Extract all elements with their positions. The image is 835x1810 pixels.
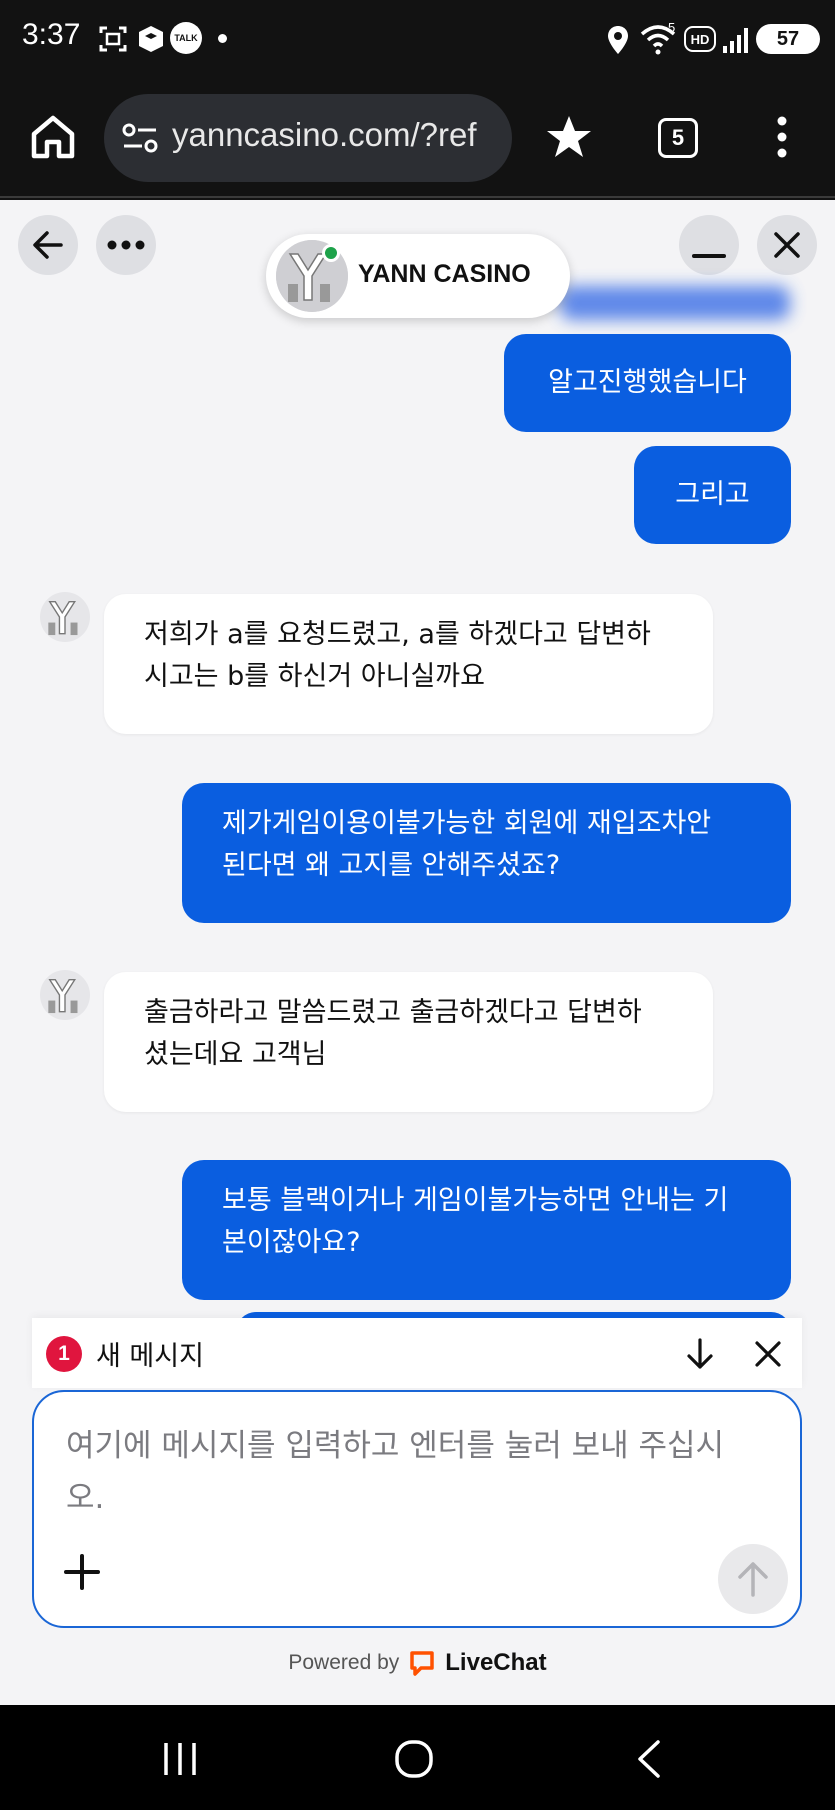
status-bar: 3:37 TALK 5 HD 57 [0,0,835,82]
location-icon [604,24,632,56]
message-text: 알고진행했습니다 [548,367,747,398]
arrow-up-icon [738,1562,768,1597]
agent-avatar [40,592,90,642]
back-button[interactable] [18,215,78,275]
more-horiz-icon [107,240,145,250]
livechat-logo-icon [409,1650,435,1676]
agent-message: 저희가 a를 요청드렸고, a를 하겠다고 답변하 시고는 b를 하신거 아니실… [104,594,713,734]
user-message: 알고진행했습니다 [504,334,791,432]
minimize-icon [692,254,726,258]
plus-icon[interactable] [60,1550,104,1594]
agent-avatar [40,970,90,1020]
chat-window: YANN CASINO 알고진행했습니다 그리고 저희가 a를 요청드렸고, a… [0,200,835,1705]
message-line: 제가게임이용이불가능한 회원에 재입조차안 [222,808,712,839]
kakaotalk-icon: TALK [170,22,202,54]
message-composer [32,1390,802,1628]
kakaotalk-label: TALK [174,33,198,43]
message-line: 셨는데요 고객님 [144,1039,327,1070]
bookmark-star-icon[interactable] [544,112,594,162]
hd-icon: HD [684,26,716,52]
wifi-band-label: 5 [668,20,676,35]
message-line: 본이잖아요? [222,1227,361,1258]
back-nav-icon[interactable] [630,1739,670,1783]
more-options-button[interactable] [96,215,156,275]
message-line: 된다면 왜 고지를 안해주셨죠? [222,850,561,881]
address-bar[interactable]: yanncasino.com/?ref [104,94,512,182]
close-icon [774,232,800,258]
close-icon[interactable] [752,1338,784,1370]
arrow-down-icon[interactable] [682,1336,718,1372]
cube-app-icon [134,22,168,56]
status-time: 3:37 [22,18,81,51]
user-message: 제가게임이용이불가능한 회원에 재입조차안 된다면 왜 고지를 안해주셨죠? [182,783,791,923]
message-text: 그리고 [675,479,750,510]
site-settings-icon[interactable] [122,122,158,154]
dot-icon [218,34,227,43]
system-nav-bar [0,1705,835,1810]
arrow-left-icon [33,231,63,259]
new-message-banner[interactable]: 1 새 메시지 [32,1318,802,1388]
close-chat-button[interactable] [757,215,817,275]
powered-by-label: Powered by [288,1651,400,1674]
tab-switcher-button[interactable]: 5 [658,118,698,158]
signal-icon [720,24,752,56]
brand-header: YANN CASINO [266,234,570,318]
message-input[interactable] [64,1418,764,1530]
browser-toolbar: yanncasino.com/?ref 5 [0,82,835,198]
recent-apps-icon[interactable] [160,1739,200,1783]
message-line: 출금하라고 말씀드렸고 출금하겠다고 답변하 [144,997,642,1028]
send-button[interactable] [718,1544,788,1614]
minimize-button[interactable] [679,215,739,275]
user-message: 보통 블랙이거나 게임이불가능하면 안내는 기 본이잖아요? [182,1160,791,1300]
agent-message: 출금하라고 말씀드렸고 출금하겠다고 답변하 셨는데요 고객님 [104,972,713,1112]
unread-count-badge: 1 [46,1336,82,1372]
more-vert-icon[interactable] [770,114,794,160]
battery-indicator: 57 [756,24,820,54]
brand-name: YANN CASINO [358,260,531,288]
screenshot-icon [96,22,130,56]
hd-label: HD [690,31,710,47]
user-message: 그리고 [634,446,791,544]
online-status-dot [322,244,340,262]
message-line: 저희가 a를 요청드렸고, a를 하겠다고 답변하 [144,619,651,650]
message-line: 보통 블랙이거나 게임이불가능하면 안내는 기 [222,1185,729,1216]
url-text[interactable]: yanncasino.com/?ref [172,116,498,154]
blurred-message-edge [560,286,790,320]
home-nav-icon[interactable] [394,1739,434,1783]
home-icon[interactable] [28,112,78,162]
message-line: 시고는 b를 하신거 아니실까요 [144,661,485,692]
powered-by-footer[interactable]: Powered by LiveChat [0,1640,835,1686]
wifi-icon: 5 [638,20,682,58]
livechat-brand: LiveChat [445,1649,547,1676]
new-message-label: 새 메시지 [96,1341,204,1372]
